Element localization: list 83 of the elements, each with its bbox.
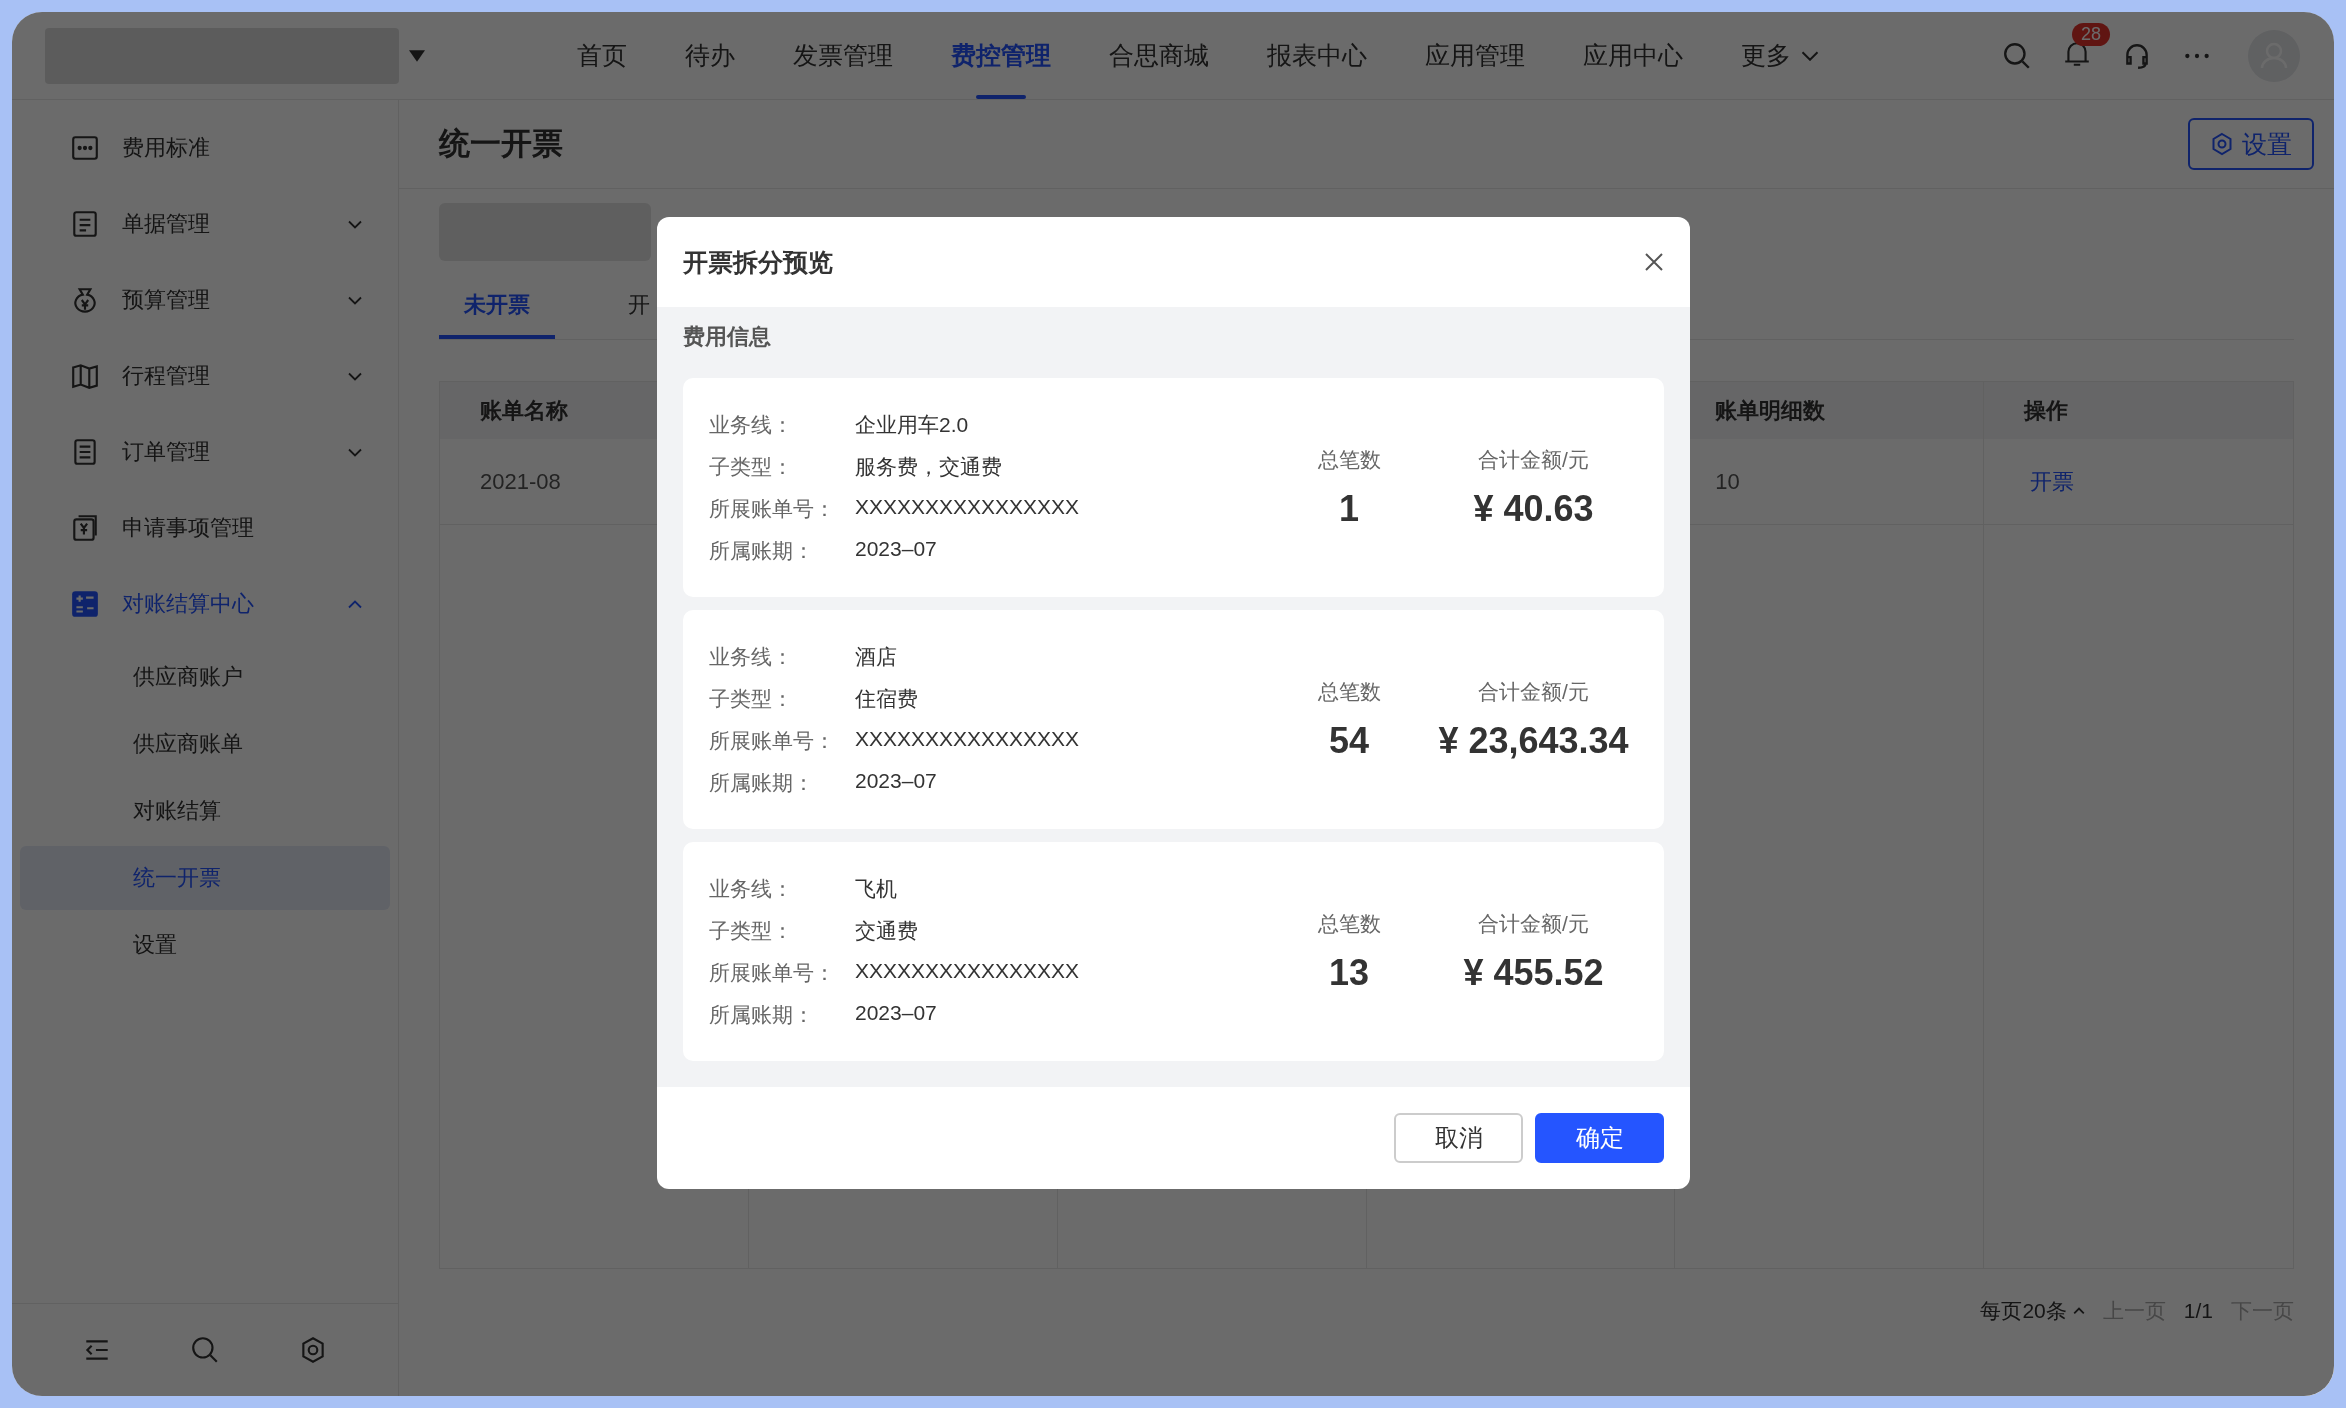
stat-label: 合计金额/元 xyxy=(1478,678,1589,705)
map-icon xyxy=(70,361,100,391)
field-label: 所属账期： xyxy=(709,769,815,796)
sidebar-subitem[interactable]: 设置 xyxy=(20,913,390,977)
nav-tab[interactable]: 待办 xyxy=(685,12,735,99)
field-value: 企业用车2.0 xyxy=(855,411,969,438)
sidebar-item[interactable]: 费用标准 xyxy=(20,110,390,186)
close-icon[interactable] xyxy=(1644,252,1664,272)
stat-label: 总笔数 xyxy=(1317,446,1381,473)
nav-tab[interactable]: 首页 xyxy=(577,12,627,99)
chevron-icon xyxy=(2072,1307,2085,1315)
field-label: 业务线： xyxy=(709,875,794,902)
field-value: XXXXXXXXXXXXXXXX xyxy=(855,494,1080,520)
field-label: 业务线： xyxy=(709,643,794,670)
dropdown-icon[interactable] xyxy=(409,49,425,62)
sidebar-item[interactable]: 预算管理 xyxy=(20,262,390,338)
stat-label: 合计金额/元 xyxy=(1478,446,1589,473)
chevron-icon xyxy=(1801,50,1819,61)
sidebar-item[interactable]: 申请事项管理 xyxy=(20,490,390,566)
settings-button[interactable]: 设置 xyxy=(2188,118,2314,170)
chevron-icon xyxy=(348,295,362,305)
field-value: 服务费，交通费 xyxy=(855,453,1002,480)
document-icon xyxy=(70,209,100,239)
chevron-icon xyxy=(348,371,362,381)
sidebar-subitem[interactable]: 供应商账单 xyxy=(20,712,390,776)
field-value: 交通费 xyxy=(855,917,918,944)
nav-tab[interactable]: 合思商城 xyxy=(1109,12,1209,99)
nav-tab[interactable]: 应用中心 xyxy=(1583,12,1683,99)
nav-tab[interactable]: 更多 xyxy=(1741,12,1819,99)
search-icon[interactable] xyxy=(190,1335,220,1365)
dots-box-icon xyxy=(70,133,100,163)
settings-icon xyxy=(2210,132,2234,156)
sidebar-item[interactable]: 行程管理 xyxy=(20,338,390,414)
field-label: 所属账期： xyxy=(709,1001,815,1028)
field-value: 住宿费 xyxy=(855,685,918,712)
amount-value: ¥ 40.63 xyxy=(1473,487,1594,530)
field-label: 所属账期： xyxy=(709,537,815,564)
nav-tab[interactable]: 报表中心 xyxy=(1267,12,1367,99)
field-label: 子类型： xyxy=(709,917,794,944)
page-indicator: 1/1 xyxy=(2183,1299,2213,1323)
count-value: 13 xyxy=(1328,951,1369,994)
nav-tab[interactable]: 费控管理 xyxy=(951,12,1051,99)
stat-label: 合计金额/元 xyxy=(1478,910,1589,937)
column-header: 操作 xyxy=(2022,396,2070,425)
section-title: 费用信息 xyxy=(683,323,772,351)
nav-tab[interactable]: 应用管理 xyxy=(1425,12,1525,99)
field-value: 2023–07 xyxy=(855,768,937,794)
notification-badge: 28 xyxy=(2072,22,2111,46)
stat-label: 总笔数 xyxy=(1317,678,1381,705)
invoice-link[interactable]: 开票 xyxy=(2024,466,2075,497)
cancel-button[interactable]: 取消 xyxy=(1394,1113,1523,1163)
chevron-icon xyxy=(348,447,362,457)
amount-value: ¥ 455.52 xyxy=(1463,951,1604,994)
amount-value: ¥ 23,643.34 xyxy=(1438,719,1629,762)
sidebar-subitem[interactable]: 对账结算 xyxy=(20,779,390,843)
sidebar-item[interactable]: 订单管理 xyxy=(20,414,390,490)
page-size-select[interactable]: 每页20条 xyxy=(1980,1297,2085,1325)
sidebar-subitem[interactable]: 供应商账户 xyxy=(20,645,390,709)
tab[interactable]: 未开票 xyxy=(439,275,555,339)
field-label: 所展账单号： xyxy=(709,959,836,986)
sidebar-item[interactable]: 对账结算中心 xyxy=(20,566,390,642)
count-value: 54 xyxy=(1328,719,1369,762)
field-value: 2023–07 xyxy=(855,536,937,562)
field-label: 所展账单号： xyxy=(709,727,836,754)
field-label: 子类型： xyxy=(709,685,794,712)
sidebar-subitem[interactable]: 统一开票 xyxy=(20,846,390,910)
yen-card-icon xyxy=(70,513,100,543)
stat-label: 总笔数 xyxy=(1317,910,1381,937)
field-value: 飞机 xyxy=(855,875,897,902)
page-title: 统一开票 xyxy=(439,125,563,163)
sidebar-item[interactable]: 单据管理 xyxy=(20,186,390,262)
count-value: 1 xyxy=(1339,487,1359,530)
field-value: 酒店 xyxy=(855,643,897,670)
dialog-title: 开票拆分预览 xyxy=(683,246,833,278)
search-icon[interactable] xyxy=(2002,40,2032,71)
field-value: XXXXXXXXXXXXXXXX xyxy=(855,958,1080,984)
field-value: 2023–07 xyxy=(855,1000,937,1026)
nav-tab[interactable]: 发票管理 xyxy=(793,12,893,99)
chevron-icon xyxy=(348,599,362,609)
chevron-icon xyxy=(348,219,362,229)
confirm-button[interactable]: 确定 xyxy=(1535,1113,1664,1163)
grid-icon xyxy=(70,589,100,619)
field-value: XXXXXXXXXXXXXXXX xyxy=(855,726,1080,752)
